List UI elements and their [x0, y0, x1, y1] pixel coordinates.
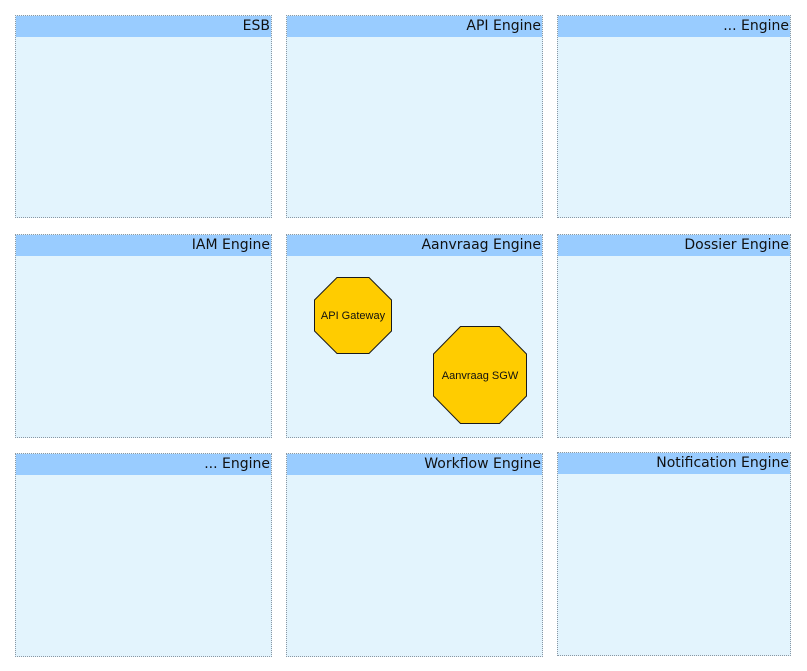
panel-title-api-engine: API Engine [287, 16, 542, 37]
panel-workflow-engine: Workflow Engine [286, 453, 543, 657]
api-gateway-node[interactable]: API Gateway [314, 277, 392, 354]
panel-iam-engine: IAM Engine [15, 234, 272, 438]
aanvraag-sgw-node[interactable]: Aanvraag SGW [433, 326, 527, 424]
panel-notification-engine: Notification Engine [557, 452, 791, 656]
panel-esb: ESB [15, 15, 272, 218]
panel-title-other-engine-1: ... Engine [558, 16, 790, 37]
panel-other-engine-2: ... Engine [15, 453, 272, 657]
panel-title-dossier-engine: Dossier Engine [558, 235, 790, 256]
aanvraag-sgw-octagon-shape: Aanvraag SGW [433, 326, 527, 424]
panel-title-iam-engine: IAM Engine [16, 235, 271, 256]
panel-dossier-engine: Dossier Engine [557, 234, 791, 438]
panel-other-engine-1: ... Engine [557, 15, 791, 218]
panel-title-workflow-engine: Workflow Engine [287, 454, 542, 475]
panel-api-engine: API Engine [286, 15, 543, 218]
panel-title-aanvraag-engine: Aanvraag Engine [287, 235, 542, 256]
aanvraag-sgw-label: Aanvraag SGW [442, 370, 519, 382]
api-gateway-label: API Gateway [321, 310, 386, 322]
panel-title-notification-engine: Notification Engine [558, 453, 790, 474]
panel-title-esb: ESB [16, 16, 271, 37]
panel-title-other-engine-2: ... Engine [16, 454, 271, 475]
api-gateway-octagon-shape: API Gateway [314, 277, 392, 354]
